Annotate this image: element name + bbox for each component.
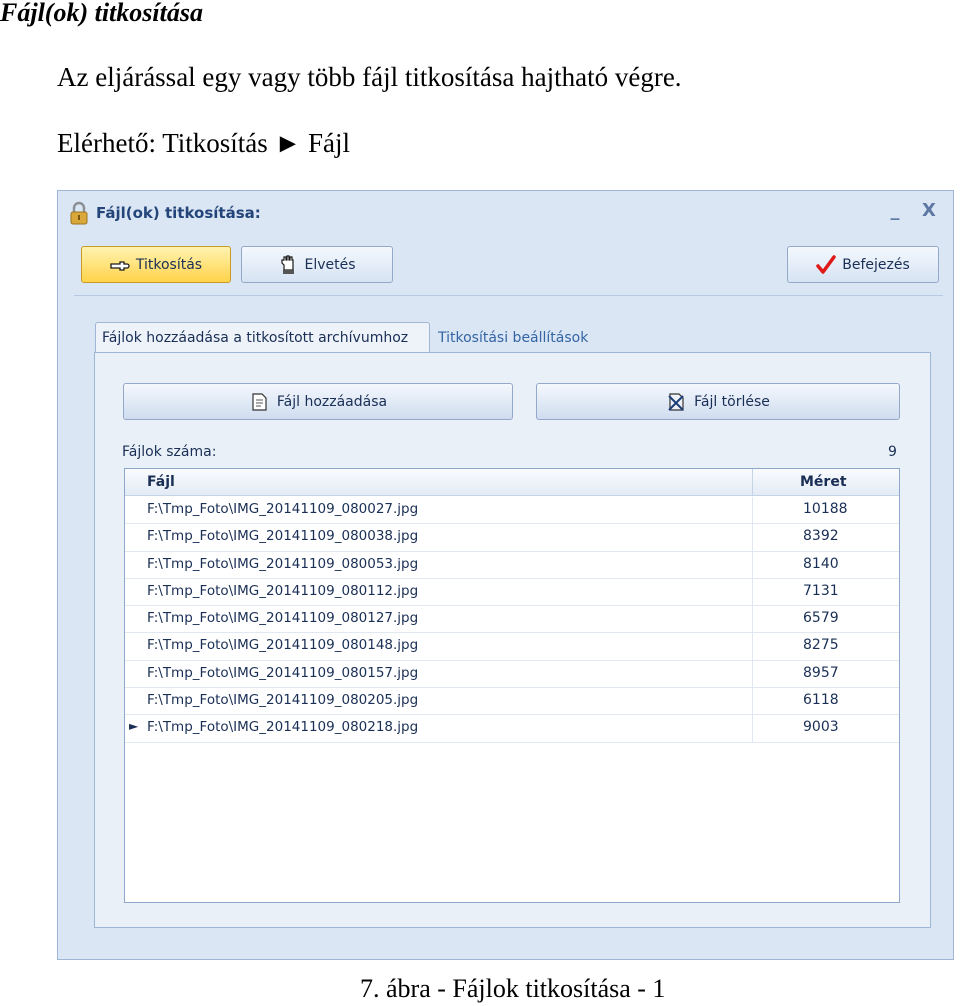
column-divider[interactable] xyxy=(752,469,753,496)
cell-divider xyxy=(752,660,753,688)
cell-divider xyxy=(752,551,753,578)
grid-rows: F:\Tmp_Foto\IMG_20141109_080027.jpg 10188… xyxy=(125,497,899,743)
column-header-file[interactable]: Fájl xyxy=(147,474,175,490)
tab-encryption-settings[interactable]: Titkosítási beállítások xyxy=(432,322,622,353)
document-menu-path: Elérhető: Titkosítás ► Fájl xyxy=(57,128,350,158)
cell-divider xyxy=(752,578,753,606)
add-file-label: Fájl hozzáadása xyxy=(276,393,388,410)
window-titlebar: Fájl(ok) titkosítása: _ X xyxy=(58,191,953,233)
figure-caption: 7. ábra - Fájlok titkosítása - 1 xyxy=(360,974,666,1003)
row-file: F:\Tmp_Foto\IMG_20141109_080218.jpg xyxy=(147,719,419,736)
cell-divider xyxy=(752,606,753,633)
checkmark-icon xyxy=(816,254,836,274)
toolbar-separator xyxy=(74,295,943,296)
document-add-icon xyxy=(252,392,267,411)
table-row[interactable]: F:\Tmp_Foto\IMG_20141109_080148.jpg 8275 xyxy=(125,633,899,661)
row-size: 8140 xyxy=(803,555,839,572)
encrypt-label: Titkosítás xyxy=(135,256,203,273)
row-size: 6118 xyxy=(803,692,839,709)
row-size: 6579 xyxy=(803,610,839,627)
row-size: 7131 xyxy=(803,582,839,599)
cell-divider xyxy=(752,633,753,660)
finish-label: Befejezés xyxy=(842,256,910,273)
document-heading: Fájl(ok) titkosítása xyxy=(0,0,203,27)
grid-header: Fájl Méret xyxy=(125,469,899,496)
row-file: F:\Tmp_Foto\IMG_20141109_080027.jpg xyxy=(147,501,419,517)
column-header-size[interactable]: Méret xyxy=(800,474,847,490)
file-count-label: Fájlok száma: xyxy=(122,444,217,460)
row-size: 8392 xyxy=(803,528,839,545)
row-size: 9003 xyxy=(803,719,839,736)
encrypt-files-window: Fájl(ok) titkosítása: _ X Titkosítás Elv… xyxy=(57,190,954,960)
cell-divider xyxy=(752,688,753,715)
file-grid[interactable]: Fájl Méret F:\Tmp_Foto\IMG_20141109_0800… xyxy=(124,468,900,903)
cell-divider xyxy=(752,524,753,551)
cell-divider xyxy=(752,715,753,742)
table-row[interactable]: F:\Tmp_Foto\IMG_20141109_080157.jpg 8957 xyxy=(125,660,899,689)
current-row-indicator: ► xyxy=(129,719,139,734)
row-size: 8957 xyxy=(803,664,839,681)
discard-label: Elvetés xyxy=(304,256,356,273)
delete-file-label: Fájl törlése xyxy=(694,393,770,410)
delete-file-button[interactable]: Fájl törlése xyxy=(536,383,900,420)
row-file: F:\Tmp_Foto\IMG_20141109_080127.jpg xyxy=(147,610,419,627)
table-row[interactable]: F:\Tmp_Foto\IMG_20141109_080053.jpg 8140 xyxy=(125,551,899,579)
discard-button[interactable]: Elvetés xyxy=(241,246,393,283)
hand-stop-icon xyxy=(281,254,295,274)
pointing-hand-icon xyxy=(110,260,130,271)
window-title: Fájl(ok) titkosítása: xyxy=(96,204,261,222)
add-file-button[interactable]: Fájl hozzáadása xyxy=(123,383,513,420)
document-delete-icon xyxy=(668,392,684,411)
row-file: F:\Tmp_Foto\IMG_20141109_080205.jpg xyxy=(147,692,419,709)
row-file: F:\Tmp_Foto\IMG_20141109_080112.jpg xyxy=(147,582,419,599)
document-intro: Az eljárással egy vagy több fájl titkosí… xyxy=(57,62,682,92)
table-row[interactable]: F:\Tmp_Foto\IMG_20141109_080127.jpg 6579 xyxy=(125,606,899,634)
encrypt-button[interactable]: Titkosítás xyxy=(81,246,231,283)
row-file: F:\Tmp_Foto\IMG_20141109_080053.jpg xyxy=(147,555,419,572)
finish-button[interactable]: Befejezés xyxy=(787,246,939,283)
lock-icon xyxy=(70,201,88,225)
table-row[interactable]: ► F:\Tmp_Foto\IMG_20141109_080218.jpg 9003 xyxy=(125,715,899,743)
file-count-value: 9 xyxy=(888,444,897,460)
table-row[interactable]: F:\Tmp_Foto\IMG_20141109_080027.jpg 10188 xyxy=(125,497,899,525)
table-row[interactable]: F:\Tmp_Foto\IMG_20141109_080205.jpg 6118 xyxy=(125,688,899,716)
close-button[interactable]: X xyxy=(918,201,940,221)
table-row[interactable]: F:\Tmp_Foto\IMG_20141109_080112.jpg 7131 xyxy=(125,578,899,607)
tab-add-files[interactable]: Fájlok hozzáadása a titkosított archívum… xyxy=(95,322,430,353)
row-size: 10188 xyxy=(803,501,848,517)
row-file: F:\Tmp_Foto\IMG_20141109_080148.jpg xyxy=(147,637,419,654)
cell-divider xyxy=(752,497,753,524)
minimize-button[interactable]: _ xyxy=(884,201,906,221)
row-file: F:\Tmp_Foto\IMG_20141109_080038.jpg xyxy=(147,528,419,545)
table-row[interactable]: F:\Tmp_Foto\IMG_20141109_080038.jpg 8392 xyxy=(125,524,899,552)
row-size: 8275 xyxy=(803,637,839,654)
row-file: F:\Tmp_Foto\IMG_20141109_080157.jpg xyxy=(147,664,419,681)
